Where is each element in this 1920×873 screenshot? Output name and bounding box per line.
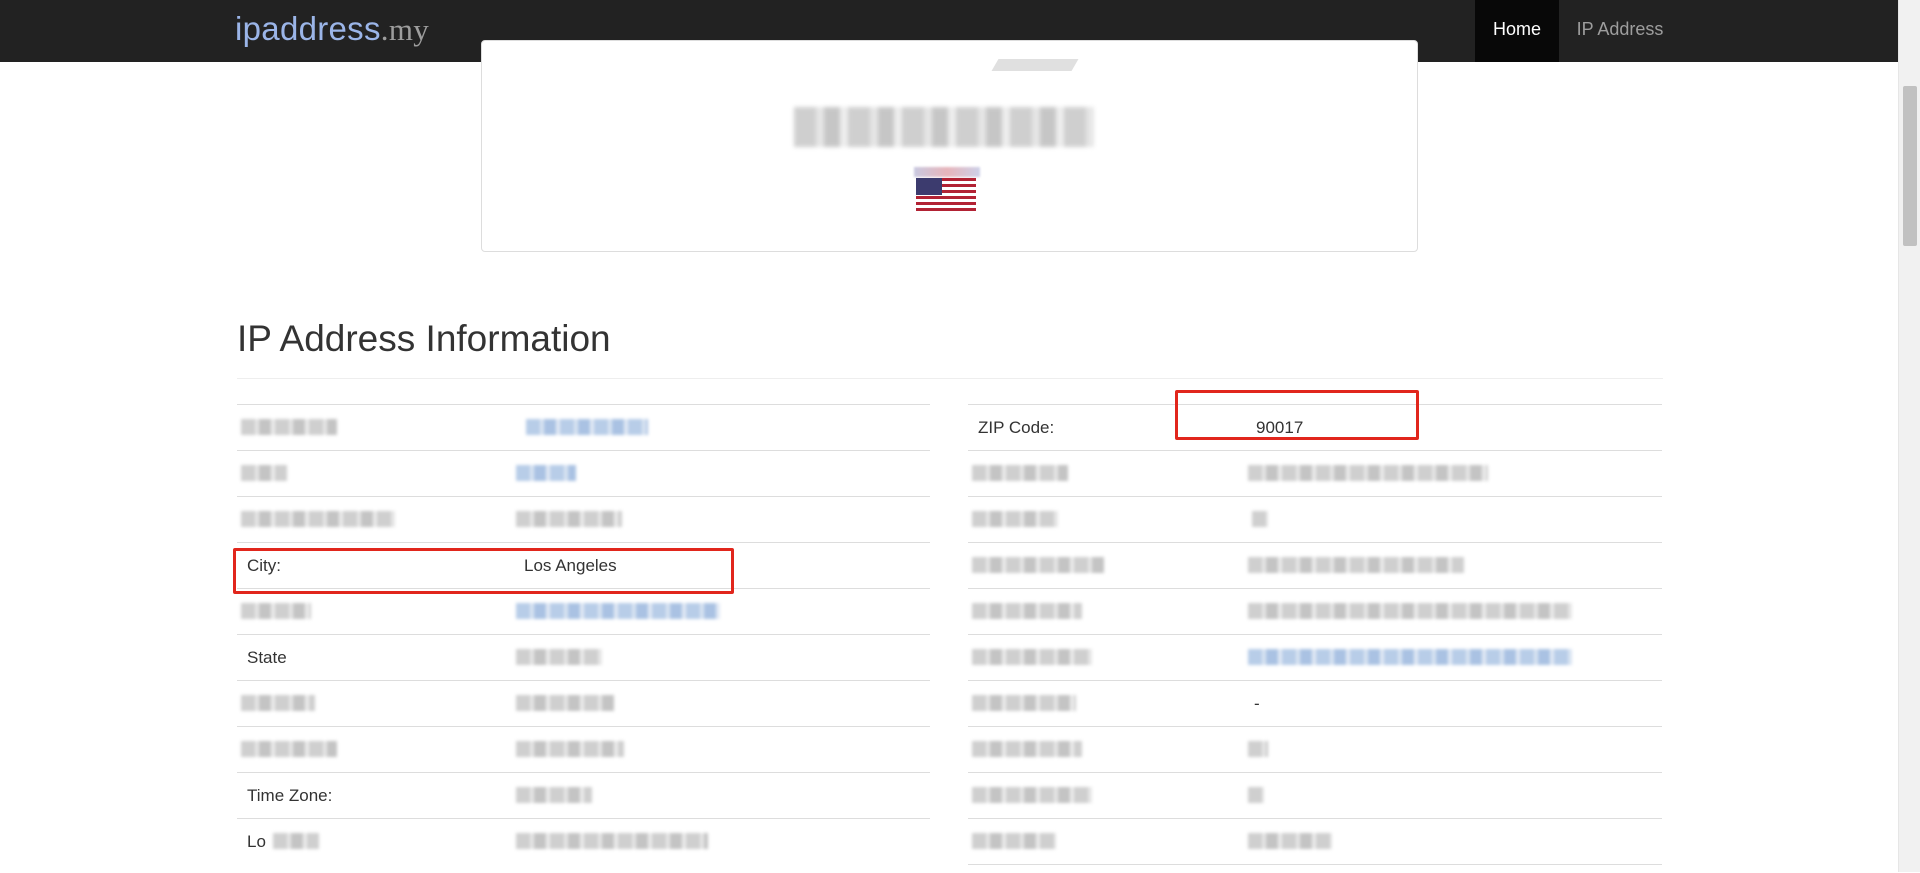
ip-summary-card — [481, 40, 1418, 252]
redacted-link[interactable] — [1248, 649, 1572, 665]
state-label: State — [247, 648, 287, 667]
zip-highlight-box — [1175, 390, 1419, 440]
redacted-label — [241, 511, 395, 527]
flag-label-redacted — [914, 167, 980, 177]
page-scrollbar[interactable] — [1898, 0, 1920, 872]
table-row — [968, 542, 1662, 588]
redacted-value — [1248, 833, 1332, 849]
table-row — [237, 680, 930, 726]
redacted-value — [516, 695, 614, 711]
table-row — [968, 496, 1662, 542]
redacted-label — [273, 833, 319, 849]
redacted-label — [972, 695, 1076, 711]
section-title: IP Address Information — [237, 318, 611, 359]
redacted-value — [516, 787, 592, 803]
table-row — [237, 450, 930, 496]
redacted-label — [972, 511, 1058, 527]
table-row — [237, 496, 930, 542]
redacted-label — [241, 603, 311, 619]
table-row — [968, 772, 1662, 818]
table-row-state: State — [237, 634, 930, 680]
redacted-label — [972, 833, 1056, 849]
redacted-label — [241, 695, 315, 711]
redacted-value — [1252, 511, 1268, 527]
nav-home-link[interactable]: Home — [1475, 0, 1559, 62]
redacted-link[interactable] — [516, 465, 576, 481]
redacted-value — [516, 649, 602, 665]
table-row — [968, 450, 1662, 496]
local-time-label: Lo — [247, 832, 266, 851]
flag-canton — [916, 178, 942, 195]
table-row: - — [968, 680, 1662, 726]
redacted-value — [1248, 603, 1572, 619]
value-dash: - — [1254, 694, 1260, 713]
redacted-label — [972, 465, 1068, 481]
table-row-local-time: Lo — [237, 818, 930, 864]
table-row — [968, 634, 1662, 680]
redacted-value — [516, 511, 622, 527]
us-flag-icon — [916, 178, 976, 212]
table-row-timezone: Time Zone: — [237, 772, 930, 818]
redacted-label — [241, 419, 337, 435]
table-row — [237, 588, 930, 634]
redacted-value — [1248, 741, 1268, 757]
redacted-value — [1248, 557, 1464, 573]
table-row — [237, 726, 930, 772]
timezone-label: Time Zone: — [247, 786, 333, 805]
scrollbar-thumb[interactable] — [1903, 86, 1917, 246]
redacted-value — [1248, 465, 1488, 481]
table-row — [968, 726, 1662, 772]
ip-address-redacted — [794, 107, 1094, 147]
redacted-label — [972, 787, 1092, 803]
redacted-label — [241, 741, 337, 757]
redacted-label — [972, 603, 1082, 619]
title-divider — [237, 378, 1663, 379]
table-row — [237, 404, 930, 450]
redacted-label — [241, 465, 287, 481]
redacted-label — [972, 741, 1082, 757]
redacted-value — [516, 741, 624, 757]
table-row — [968, 588, 1662, 634]
redacted-value — [1248, 787, 1264, 803]
redacted-value — [516, 833, 708, 849]
redacted-label — [972, 557, 1104, 573]
nav-ip-address-link[interactable]: IP Address — [1559, 0, 1681, 62]
redacted-link[interactable] — [516, 603, 720, 619]
brand-main: ipaddress — [235, 10, 381, 47]
redacted-link[interactable] — [526, 419, 648, 435]
zip-label: ZIP Code: — [978, 418, 1055, 437]
card-decoration — [991, 59, 1079, 71]
redacted-label — [972, 649, 1092, 665]
city-highlight-box — [233, 548, 734, 594]
site-logo[interactable]: ipaddress.my — [235, 10, 429, 48]
brand-tld: .my — [380, 12, 430, 47]
table-row — [968, 818, 1662, 864]
